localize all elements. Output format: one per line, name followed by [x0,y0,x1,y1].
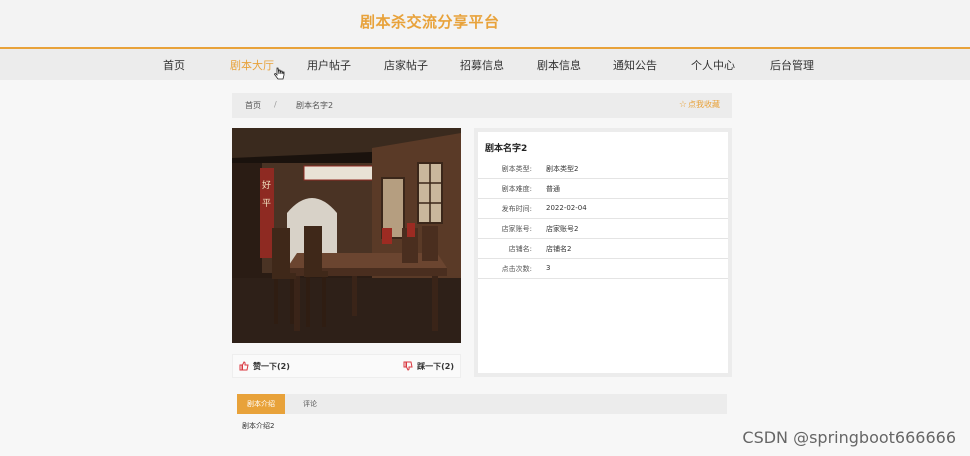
info-label: 剧本难度: [501,185,532,193]
info-value: 2022-02-04 [546,204,587,212]
main-nav: 首页 剧本大厅 用户帖子 店家帖子 招募信息 剧本信息 通知公告 个人中心 后台… [0,49,970,80]
info-value: 普通 [546,185,560,193]
site-title: 剧本杀交流分享平台 [360,13,500,31]
detail-tabs: 剧本介绍 评论 [237,394,727,414]
breadcrumb-home[interactable]: 首页 [245,100,261,111]
info-row: 剧本类型: 剧本类型2 [478,158,728,179]
script-cover-image: 好 平 [232,128,461,343]
script-title: 剧本名字2 [485,144,528,154]
like-button[interactable]: 赞一下(2) [239,361,290,372]
thumbs-up-icon [239,361,249,371]
script-info-card: 剧本名字2 剧本类型: 剧本类型2 剧本难度: 普通 发布时间: 2022-02… [474,128,732,377]
info-label: 店铺名: [508,245,532,253]
star-icon: ☆ [678,100,687,110]
nav-item-user-posts[interactable]: 用户帖子 [307,57,351,73]
tab-comments[interactable]: 评论 [295,394,325,414]
nav-item-home[interactable]: 首页 [163,57,185,73]
info-row: 剧本难度: 普通 [478,178,728,199]
info-value: 店铺名2 [546,245,572,253]
info-value: 3 [546,264,551,272]
info-label: 店家账号: [501,225,532,233]
dislike-label: 踩一下(2) [417,362,454,371]
tab-content: 剧本介绍2 [242,422,275,430]
nav-item-recruitment[interactable]: 招募信息 [460,57,504,73]
like-label: 赞一下(2) [253,362,290,371]
info-label: 点击次数: [501,265,532,273]
dislike-button[interactable]: 踩一下(2) [403,361,454,372]
nav-item-shop-posts[interactable]: 店家帖子 [384,57,428,73]
watermark: CSDN @springboot666666 [742,428,956,447]
svg-text:好: 好 [262,179,271,191]
hand-cursor-icon [274,67,285,80]
info-label: 发布时间: [501,205,532,213]
breadcrumb-separator: / [274,100,277,109]
vote-bar: 赞一下(2) 踩一下(2) [232,354,461,378]
info-row: 点击次数: 3 [478,258,728,279]
info-row: 店铺名: 店铺名2 [478,238,728,259]
nav-item-script-hall[interactable]: 剧本大厅 [230,57,274,73]
svg-text:平: 平 [262,198,271,209]
info-row: 店家账号: 店家账号2 [478,218,728,239]
info-value: 剧本类型2 [546,165,579,173]
nav-item-script-info[interactable]: 剧本信息 [537,57,581,73]
nav-item-personal-center[interactable]: 个人中心 [691,57,735,73]
breadcrumb: 首页 / 剧本名字2 ☆点我收藏 [232,93,732,118]
favorite-label: 点我收藏 [688,100,720,109]
nav-item-admin[interactable]: 后台管理 [770,57,814,73]
tab-introduction[interactable]: 剧本介绍 [237,394,285,414]
nav-item-announcements[interactable]: 通知公告 [613,57,657,73]
breadcrumb-current: 剧本名字2 [296,101,334,110]
thumbs-down-icon [403,361,413,371]
info-label: 剧本类型: [501,165,532,173]
info-value: 店家账号2 [546,225,579,233]
favorite-button[interactable]: ☆点我收藏 [679,99,720,110]
header-bar: 剧本杀交流分享平台 [0,0,970,49]
info-row: 发布时间: 2022-02-04 [478,198,728,219]
